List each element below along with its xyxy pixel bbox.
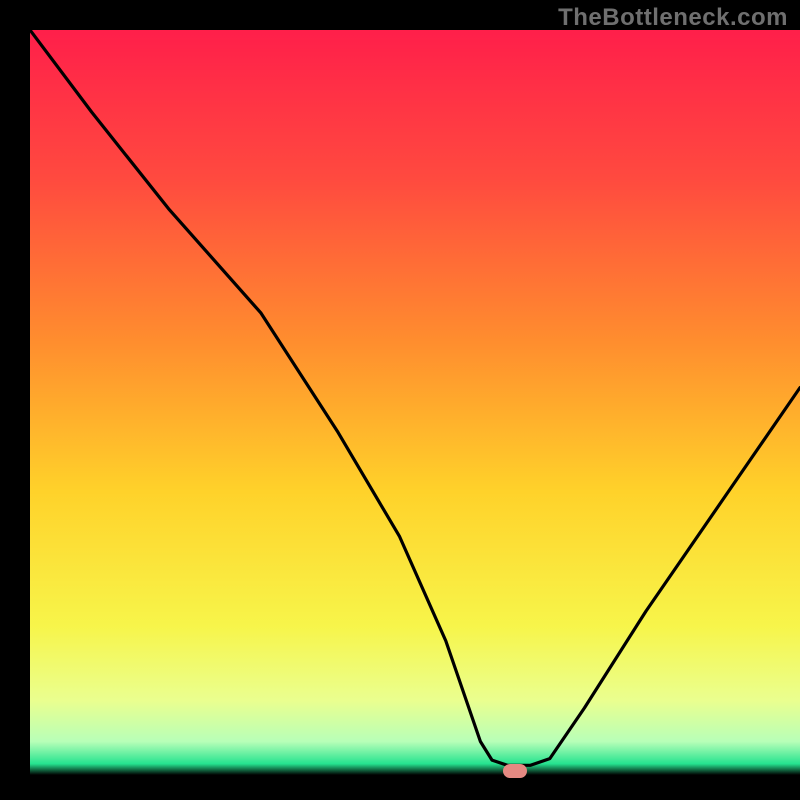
plot-frame xyxy=(30,30,800,775)
watermark-text: TheBottleneck.com xyxy=(558,4,788,32)
plot-svg xyxy=(30,30,800,775)
plot-background xyxy=(30,30,800,775)
chart-stage: TheBottleneck.com xyxy=(0,0,800,800)
